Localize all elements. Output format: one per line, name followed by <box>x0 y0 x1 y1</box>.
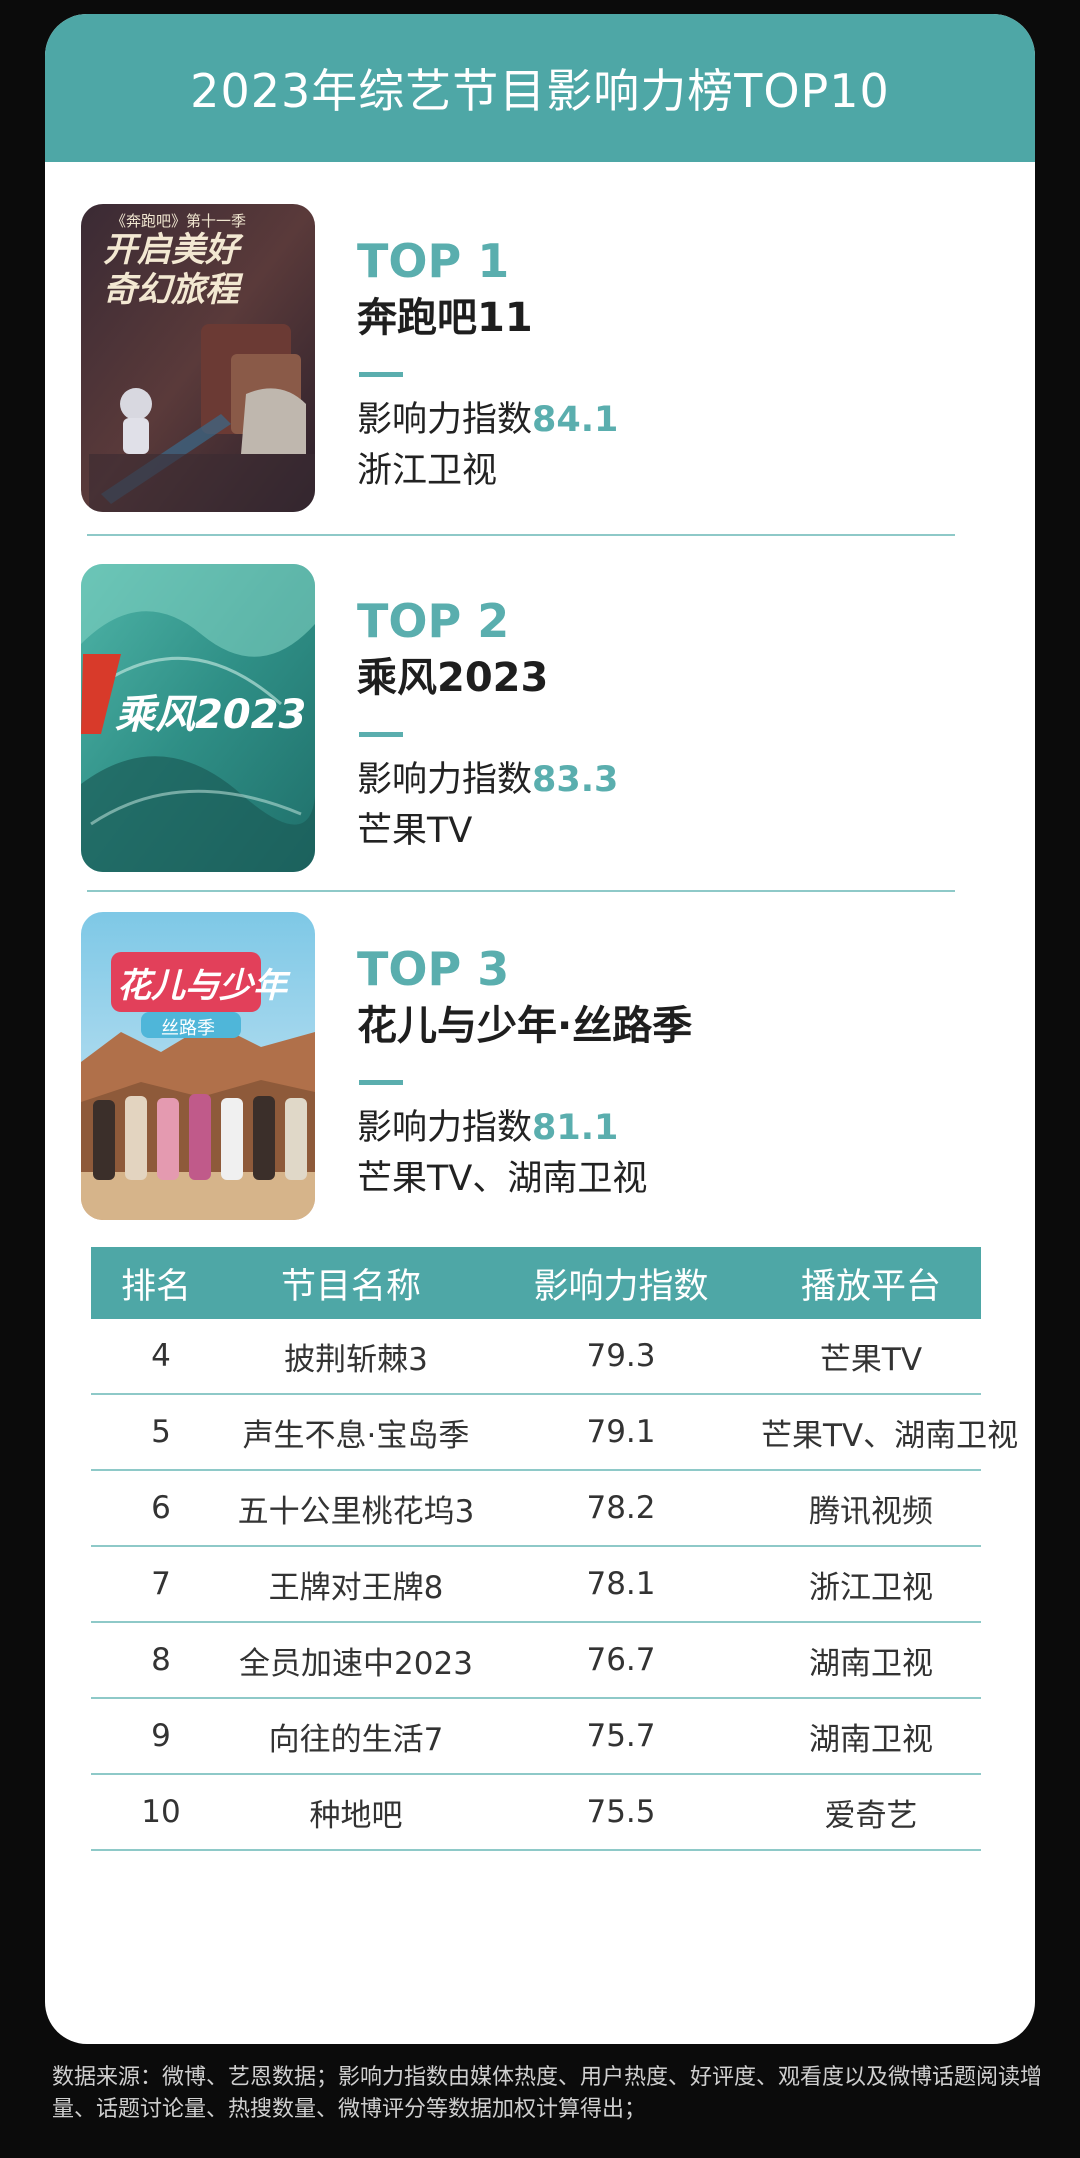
cell-show: 披荆斩棘3 <box>284 1341 428 1378</box>
cell-show: 全员加速中2023 <box>239 1645 473 1682</box>
cell-rank: 7 <box>151 1566 171 1602</box>
score-value: 83.3 <box>532 760 619 800</box>
ranking-table: 排名 节目名称 影响力指数 播放平台 4 披荆斩棘3 79.3 芒果TV 5 声… <box>91 1247 1027 1851</box>
score-line: 影响力指数81.1 <box>357 1103 957 1153</box>
cell-platform: 芒果TV、湖南卫视 <box>761 1417 1019 1454</box>
header-platform: 播放平台 <box>800 1266 941 1307</box>
cell-platform: 爱奇艺 <box>824 1797 918 1834</box>
poster-title-3: 花儿与少年 <box>117 966 287 1006</box>
table-row[interactable]: 9 向往的生活7 75.7 湖南卫视 <box>91 1699 981 1775</box>
show-name: 奔跑吧11 <box>357 295 533 341</box>
table-row[interactable]: 4 披荆斩棘3 79.3 芒果TV <box>91 1319 981 1395</box>
page-title: 2023年综艺节目影响力榜TOP10 <box>45 14 1035 162</box>
cell-score: 78.1 <box>586 1566 656 1602</box>
cell-platform: 芒果TV <box>819 1341 923 1378</box>
cell-platform: 浙江卫视 <box>809 1569 933 1606</box>
table-row[interactable]: 8 全员加速中2023 76.7 湖南卫视 <box>91 1623 981 1699</box>
accent-dash <box>359 732 403 737</box>
top-entry-1[interactable]: 《奔跑吧》第十一季 开启美好奇幻旅程 TOP 1 奔跑吧11 影响力指数84.1… <box>81 204 981 514</box>
accent-dash <box>359 1080 403 1085</box>
cell-score: 76.7 <box>586 1642 656 1678</box>
source-footnote: 数据来源：微博、艺恩数据；影响力指数由媒体热度、用户热度、好评度、观看度以及微博… <box>52 2065 1043 2122</box>
poster-image-1: 《奔跑吧》第十一季 开启美好奇幻旅程 <box>81 204 315 512</box>
cell-score: 75.7 <box>586 1718 656 1754</box>
top-entry-3[interactable]: 花儿与少年 丝路季 TOP 3 花儿与少年·丝路季 影响力指数81.1 芒果TV… <box>81 912 981 1222</box>
top-rank-label: TOP 2 <box>357 594 510 648</box>
top-rank-label: TOP 3 <box>357 942 510 996</box>
cell-rank: 9 <box>151 1718 171 1754</box>
header-show: 节目名称 <box>280 1266 421 1307</box>
cell-show: 五十公里桃花坞3 <box>237 1493 475 1530</box>
poster-image-3: 花儿与少年 丝路季 <box>81 912 315 1220</box>
cell-rank: 10 <box>141 1794 181 1830</box>
cell-show: 种地吧 <box>309 1797 403 1834</box>
score-value: 84.1 <box>532 400 619 440</box>
poster-image-2: 乘风2023 <box>81 564 315 872</box>
cell-rank: 4 <box>151 1338 171 1374</box>
cell-score: 79.3 <box>586 1338 656 1374</box>
top-rank-label: TOP 1 <box>357 234 510 288</box>
cell-score: 78.2 <box>586 1490 656 1526</box>
accent-dash <box>359 372 403 377</box>
platform-label: 浙江卫视 <box>357 451 498 491</box>
score-label: 影响力指数 <box>357 400 533 440</box>
header-rank: 排名 <box>120 1266 191 1307</box>
divider <box>87 890 955 892</box>
score-line: 影响力指数83.3 <box>357 755 957 805</box>
top-entry-2[interactable]: 乘风2023 TOP 2 乘风2023 影响力指数83.3 芒果TV <box>81 564 981 874</box>
cell-show: 王牌对王牌8 <box>268 1569 444 1606</box>
poster-subtitle-3: 丝路季 <box>161 1018 215 1039</box>
table-row[interactable]: 6 五十公里桃花坞3 78.2 腾讯视频 <box>91 1471 981 1547</box>
poster-title-1: 开启美好奇幻旅程 <box>103 230 239 310</box>
cell-platform: 湖南卫视 <box>809 1721 933 1758</box>
score-label: 影响力指数 <box>357 760 533 800</box>
cell-platform: 湖南卫视 <box>809 1645 933 1682</box>
poster-title-2: 乘风2023 <box>115 692 307 738</box>
ranking-card: 2023年综艺节目影响力榜TOP10 《奔跑吧》第十一季 开启美好奇幻旅程 TO… <box>45 14 1035 2044</box>
cell-score: 75.5 <box>586 1794 656 1830</box>
table-row[interactable]: 10 种地吧 75.5 爱奇艺 <box>91 1775 981 1851</box>
divider <box>87 534 955 536</box>
score-value: 81.1 <box>532 1108 619 1148</box>
poster-caption-1: 《奔跑吧》第十一季 <box>111 212 247 230</box>
cell-rank: 5 <box>151 1414 171 1450</box>
cell-rank: 6 <box>151 1490 171 1526</box>
show-name: 花儿与少年·丝路季 <box>357 1003 693 1049</box>
platform-label: 芒果TV、湖南卫视 <box>357 1159 648 1199</box>
score-label: 影响力指数 <box>357 1108 533 1148</box>
cell-platform: 腾讯视频 <box>809 1493 933 1530</box>
show-name: 乘风2023 <box>357 655 549 701</box>
cell-rank: 8 <box>151 1642 171 1678</box>
cell-show: 声生不息·宝岛季 <box>242 1417 470 1454</box>
table-header: 排名 节目名称 影响力指数 播放平台 <box>91 1247 981 1319</box>
table-row[interactable]: 5 声生不息·宝岛季 79.1 芒果TV、湖南卫视 <box>91 1395 1019 1471</box>
score-line: 影响力指数84.1 <box>357 395 957 445</box>
cell-score: 79.1 <box>586 1414 656 1450</box>
table-row[interactable]: 7 王牌对王牌8 78.1 浙江卫视 <box>91 1547 981 1623</box>
header-score: 影响力指数 <box>533 1266 709 1307</box>
platform-label: 芒果TV <box>357 811 473 851</box>
cell-show: 向往的生活7 <box>268 1721 444 1758</box>
